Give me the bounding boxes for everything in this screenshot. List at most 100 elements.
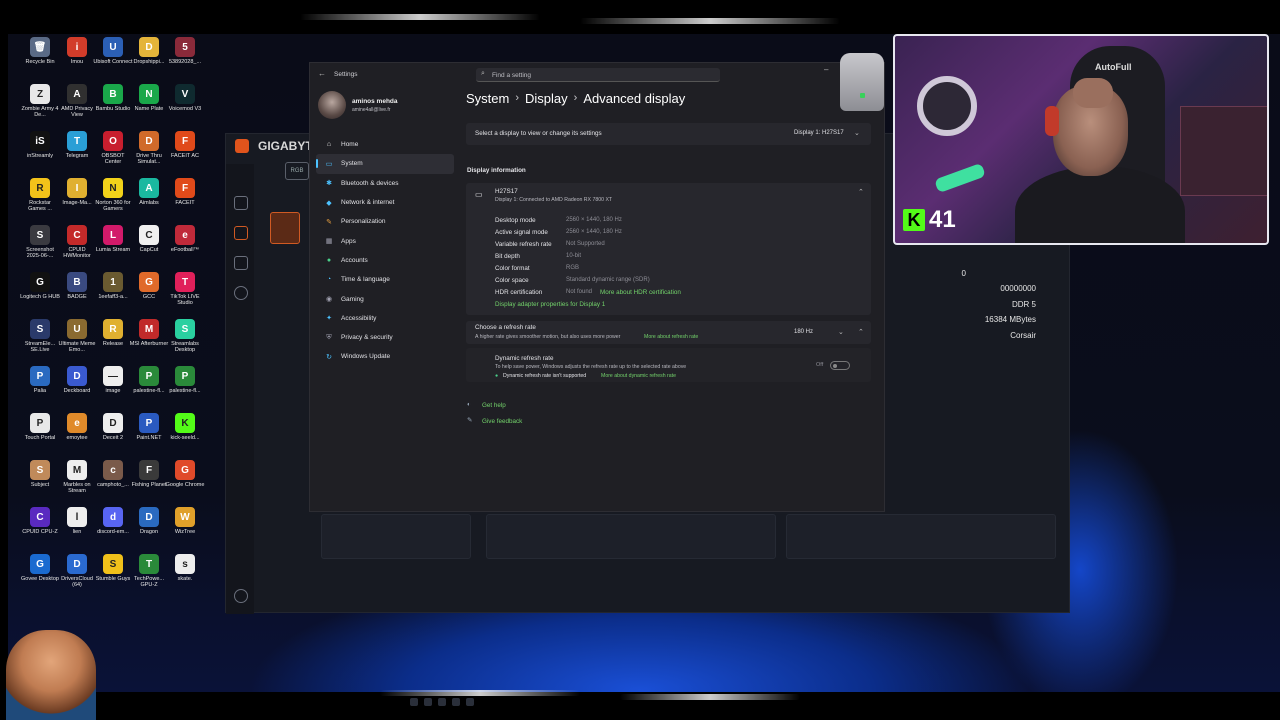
chevron-up-icon[interactable]: ⌃ <box>858 188 864 196</box>
monitor-icon[interactable] <box>234 226 248 240</box>
desktop-icon[interactable]: T Telegram <box>58 131 96 159</box>
sidebar-item-windows-update[interactable]: ↻ Windows Update <box>316 347 454 366</box>
desktop-icon[interactable]: D Dropshippi... <box>130 37 168 65</box>
give-feedback-link[interactable]: Give feedback <box>482 418 522 425</box>
desktop-icon[interactable]: D DriversCloud (64) <box>58 554 96 588</box>
desktop-icon[interactable]: O OBSBOT Center <box>94 131 132 165</box>
desktop-icon[interactable]: Kkick-seeld... <box>166 413 204 441</box>
desktop-icon[interactable]: B BADGE <box>58 272 96 300</box>
chevron-down-icon[interactable]: ⌄ <box>838 328 844 336</box>
chevron-up-icon[interactable]: ⌃ <box>858 328 864 336</box>
desktop-icon[interactable]: S Streamlabs Desktop <box>166 319 204 353</box>
desktop-icon[interactable]: Ppalestine-fl... <box>130 366 168 394</box>
desktop-icon[interactable]: U Ubisoft Connect <box>93 37 133 65</box>
desktop-icon[interactable]: F FACEIT AC <box>166 131 204 159</box>
taskbar-app-icon[interactable] <box>466 698 474 706</box>
desktop-icon[interactable]: L Lumia Stream <box>94 225 132 253</box>
breadcrumb-display[interactable]: Display <box>525 91 568 106</box>
desktop-icon[interactable]: T TechPowe... GPU-Z <box>130 554 168 588</box>
desktop-icon[interactable]: I Image-Ma... <box>58 178 96 206</box>
back-arrow-icon[interactable]: ← <box>318 69 326 78</box>
settings-search[interactable]: ⌕ <box>476 68 720 82</box>
desktop-icon[interactable]: G Govee Desktop <box>21 554 59 582</box>
desktop-icon[interactable]: D Drive Thru Simulat... <box>130 131 168 165</box>
desktop-icon[interactable]: C CPUID HWMonitor <box>58 225 96 259</box>
desktop-icon[interactable]: A AMD Privacy View <box>58 84 96 118</box>
search-input[interactable] <box>492 69 712 81</box>
display-dropdown[interactable]: Display 1: H27S17 <box>794 130 844 136</box>
arrow-icon[interactable] <box>234 256 248 270</box>
desktop-icon[interactable]: S Subject <box>21 460 59 488</box>
desktop-icon[interactable]: e emoytee <box>58 413 96 441</box>
desktop-icon[interactable]: F FACEIT <box>166 178 204 206</box>
chevron-down-icon[interactable]: ⌄ <box>854 129 860 137</box>
avatar[interactable] <box>318 91 346 119</box>
desktop-icon[interactable]: iS inStreamly <box>21 131 59 159</box>
desktop-icon[interactable]: M MSI Afterburner <box>130 319 168 347</box>
desktop-icon[interactable]: c camphoto_... <box>94 460 132 488</box>
desktop-icon[interactable]: U Ultimate Meme Emo... <box>58 319 96 353</box>
desktop-icon[interactable]: R Release <box>94 319 132 347</box>
sidebar-item-privacy-security[interactable]: ⛨ Privacy & security <box>316 328 454 347</box>
desktop-icon[interactable]: P Touch Portal <box>21 413 59 441</box>
desktop-icon[interactable]: 1 1eefaff3-a... <box>94 272 132 300</box>
sidebar-item-network-internet[interactable]: ◆ Network & internet <box>316 193 454 212</box>
desktop-icon[interactable]: G Logitech G HUB <box>20 272 60 300</box>
desktop-icon[interactable]: P Palia <box>21 366 59 394</box>
desktop-icon[interactable]: N Name Plate <box>130 84 168 112</box>
desktop-icon[interactable]: R Rockstar Games ... <box>21 178 59 212</box>
desktop-icon[interactable]: — image <box>94 366 132 394</box>
desktop-icon[interactable]: S StreamEle... SE.Live <box>21 319 59 353</box>
desktop-icon[interactable]: F Fishing Planet <box>130 460 168 488</box>
sidebar-item-accessibility[interactable]: ✦ Accessibility <box>316 309 454 328</box>
device-tile-icon[interactable] <box>270 212 300 244</box>
home-icon[interactable] <box>234 196 248 210</box>
sidebar-item-accounts[interactable]: ● Accounts <box>316 251 454 270</box>
desktop-icon[interactable]: V Voicemod V3 <box>166 84 204 112</box>
refresh-link[interactable]: More about refresh rate <box>644 334 698 340</box>
desktop-icon[interactable]: A Aimlabs <box>130 178 168 206</box>
desktop-icon[interactable]: l lien <box>58 507 96 535</box>
breadcrumb-system[interactable]: System <box>466 91 509 106</box>
dynamic-refresh-toggle[interactable] <box>830 361 850 370</box>
desktop-icon[interactable]: 5 53892028_... <box>166 37 204 65</box>
desktop-icon[interactable]: D Dragon <box>130 507 168 535</box>
desktop-icon[interactable]: D Deckboard <box>58 366 96 394</box>
refresh-dropdown[interactable]: 180 Hz <box>794 329 813 335</box>
desktop-icon[interactable]: D Deceit 2 <box>94 413 132 441</box>
desktop-icon[interactable]: d discord-em... <box>94 507 132 535</box>
dynamic-link[interactable]: More about dynamic refresh rate <box>601 373 676 379</box>
taskbar-app-icon[interactable] <box>424 698 432 706</box>
taskbar-app-icon[interactable] <box>452 698 460 706</box>
desktop-icon[interactable]: Ppalestine-fl... <box>166 366 204 394</box>
sidebar-item-home[interactable]: ⌂ Home <box>316 135 454 154</box>
settings-gear-icon[interactable] <box>234 589 248 603</box>
desktop-icon[interactable]: B Bambu Studio <box>94 84 132 112</box>
desktop-icon[interactable]: C CPUID CPU-Z <box>21 507 59 535</box>
desktop-icon[interactable]: S Stumble Guys <box>94 554 132 582</box>
desktop-icon[interactable]: M Marbles on Stream <box>58 460 96 494</box>
sidebar-item-apps[interactable]: ▦ Apps <box>316 231 454 250</box>
get-help-link[interactable]: Get help <box>482 402 506 409</box>
sidebar-item-personalization[interactable]: ✎ Personalization <box>316 212 454 231</box>
desktop-icon[interactable]: Z Zombie Army 4 De... <box>21 84 59 118</box>
sidebar-item-gaming[interactable]: ◉ Gaming <box>316 289 454 308</box>
taskbar-app-icon[interactable] <box>438 698 446 706</box>
desktop-icon[interactable]: N Norton 360 for Gamers <box>94 178 132 212</box>
adapter-properties-link[interactable]: Display adapter properties for Display 1 <box>495 301 605 308</box>
hdr-cert-link[interactable]: More about HDR certification <box>600 289 681 296</box>
sidebar-item-time-language[interactable]: ◔ Time & language <box>316 270 454 289</box>
taskbar-app-icon[interactable] <box>410 698 418 706</box>
desktop-icon[interactable]: G Google Chrome <box>166 460 204 488</box>
desktop-icon[interactable]: 🗑 Recycle Bin <box>21 37 59 65</box>
sidebar-item-system[interactable]: ▭ System <box>316 154 454 174</box>
desktop-icon[interactable]: T TikTok LIVE Studio <box>166 272 204 306</box>
desktop-icon[interactable]: G GCC <box>130 272 168 300</box>
minimize-icon[interactable]: – <box>824 65 828 74</box>
desktop-icon[interactable]: P Paint.NET <box>130 413 168 441</box>
desktop-icon[interactable]: S Screenshot 2025-06-... <box>21 225 59 259</box>
desktop-icon[interactable]: e eFootball™ <box>166 225 204 253</box>
refresh-icon[interactable] <box>234 286 248 300</box>
desktop-icon[interactable]: s skate. <box>166 554 204 582</box>
desktop-icon[interactable]: C CapCut <box>130 225 168 253</box>
